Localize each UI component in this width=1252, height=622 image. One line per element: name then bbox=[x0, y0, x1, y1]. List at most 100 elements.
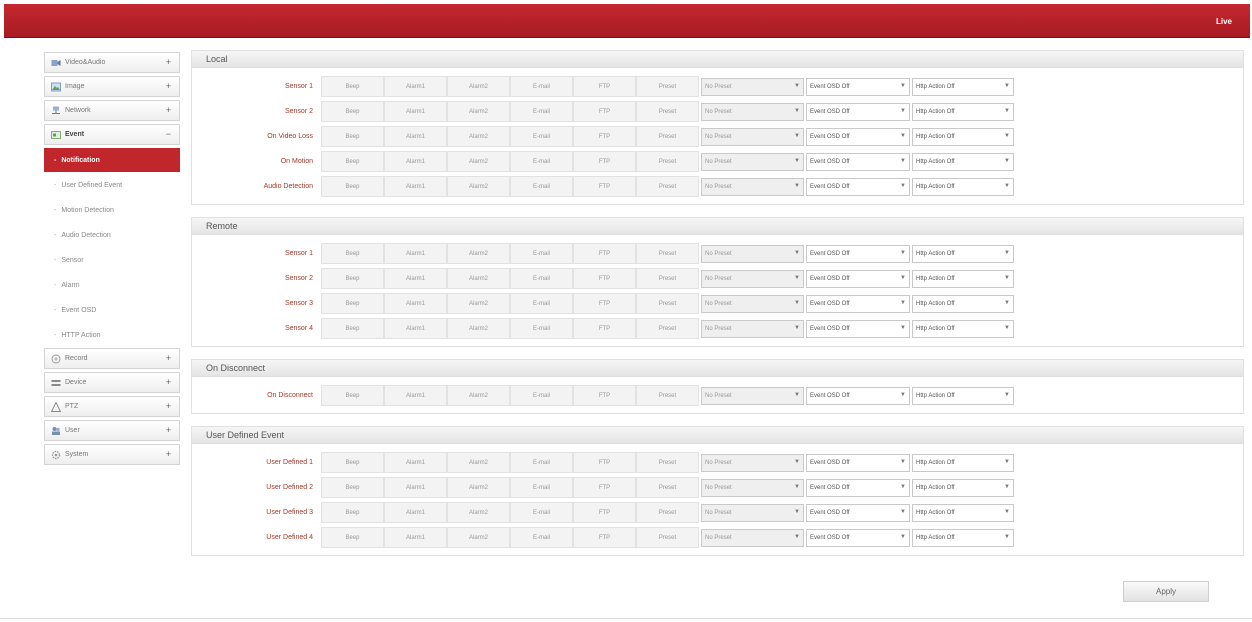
http-action-select[interactable]: Http Action Off ▼ bbox=[912, 528, 1014, 547]
e-mail-toggle[interactable]: E-mail bbox=[510, 126, 573, 147]
preset-toggle[interactable]: Preset bbox=[636, 452, 699, 473]
ftp-toggle[interactable]: FTP bbox=[573, 318, 636, 339]
menu-network[interactable]: Network + bbox=[44, 100, 180, 121]
menu-device[interactable]: Device + bbox=[44, 372, 180, 393]
submenu-event-osd[interactable]: - Event OSD bbox=[44, 298, 180, 323]
alarm2-toggle[interactable]: Alarm2 bbox=[447, 76, 510, 97]
e-mail-toggle[interactable]: E-mail bbox=[510, 101, 573, 122]
alarm1-toggle[interactable]: Alarm1 bbox=[384, 268, 447, 289]
menu-video-audio[interactable]: Video&Audio + bbox=[44, 52, 180, 73]
event-osd-select[interactable]: Event OSD Off ▼ bbox=[806, 294, 910, 313]
ftp-toggle[interactable]: FTP bbox=[573, 126, 636, 147]
menu-user[interactable]: User + bbox=[44, 420, 180, 441]
ftp-toggle[interactable]: FTP bbox=[573, 452, 636, 473]
http-action-select[interactable]: Http Action Off ▼ bbox=[912, 177, 1014, 196]
menu-event[interactable]: Event − bbox=[44, 124, 180, 145]
event-osd-select[interactable]: Event OSD Off ▼ bbox=[806, 478, 910, 497]
plus-icon[interactable]: + bbox=[166, 401, 171, 411]
preset-toggle[interactable]: Preset bbox=[636, 293, 699, 314]
beep-toggle[interactable]: Beep bbox=[321, 293, 384, 314]
event-osd-select[interactable]: Event OSD Off ▼ bbox=[806, 453, 910, 472]
event-osd-select[interactable]: Event OSD Off ▼ bbox=[806, 152, 910, 171]
alarm2-toggle[interactable]: Alarm2 bbox=[447, 176, 510, 197]
beep-toggle[interactable]: Beep bbox=[321, 452, 384, 473]
http-action-select[interactable]: Http Action Off ▼ bbox=[912, 319, 1014, 338]
preset-select[interactable]: No Preset ▼ bbox=[701, 386, 804, 405]
ftp-toggle[interactable]: FTP bbox=[573, 101, 636, 122]
ftp-toggle[interactable]: FTP bbox=[573, 268, 636, 289]
alarm2-toggle[interactable]: Alarm2 bbox=[447, 502, 510, 523]
beep-toggle[interactable]: Beep bbox=[321, 126, 384, 147]
event-osd-select[interactable]: Event OSD Off ▼ bbox=[806, 503, 910, 522]
beep-toggle[interactable]: Beep bbox=[321, 268, 384, 289]
preset-select[interactable]: No Preset ▼ bbox=[701, 503, 804, 522]
beep-toggle[interactable]: Beep bbox=[321, 477, 384, 498]
e-mail-toggle[interactable]: E-mail bbox=[510, 243, 573, 264]
submenu-motion-detection[interactable]: - Motion Detection bbox=[44, 198, 180, 223]
e-mail-toggle[interactable]: E-mail bbox=[510, 268, 573, 289]
alarm1-toggle[interactable]: Alarm1 bbox=[384, 176, 447, 197]
beep-toggle[interactable]: Beep bbox=[321, 151, 384, 172]
http-action-select[interactable]: Http Action Off ▼ bbox=[912, 386, 1014, 405]
ftp-toggle[interactable]: FTP bbox=[573, 477, 636, 498]
alarm1-toggle[interactable]: Alarm1 bbox=[384, 151, 447, 172]
e-mail-toggle[interactable]: E-mail bbox=[510, 176, 573, 197]
alarm2-toggle[interactable]: Alarm2 bbox=[447, 293, 510, 314]
beep-toggle[interactable]: Beep bbox=[321, 76, 384, 97]
ftp-toggle[interactable]: FTP bbox=[573, 502, 636, 523]
preset-toggle[interactable]: Preset bbox=[636, 126, 699, 147]
e-mail-toggle[interactable]: E-mail bbox=[510, 293, 573, 314]
plus-icon[interactable]: + bbox=[166, 353, 171, 363]
http-action-select[interactable]: Http Action Off ▼ bbox=[912, 478, 1014, 497]
alarm2-toggle[interactable]: Alarm2 bbox=[447, 101, 510, 122]
alarm1-toggle[interactable]: Alarm1 bbox=[384, 527, 447, 548]
http-action-select[interactable]: Http Action Off ▼ bbox=[912, 244, 1014, 263]
preset-toggle[interactable]: Preset bbox=[636, 243, 699, 264]
event-osd-select[interactable]: Event OSD Off ▼ bbox=[806, 386, 910, 405]
ftp-toggle[interactable]: FTP bbox=[573, 151, 636, 172]
submenu-notification[interactable]: - Notification bbox=[44, 148, 180, 172]
plus-icon[interactable]: + bbox=[166, 81, 171, 91]
preset-select[interactable]: No Preset ▼ bbox=[701, 77, 804, 96]
http-action-select[interactable]: Http Action Off ▼ bbox=[912, 77, 1014, 96]
ftp-toggle[interactable]: FTP bbox=[573, 527, 636, 548]
event-osd-select[interactable]: Event OSD Off ▼ bbox=[806, 528, 910, 547]
alarm2-toggle[interactable]: Alarm2 bbox=[447, 477, 510, 498]
alarm1-toggle[interactable]: Alarm1 bbox=[384, 293, 447, 314]
alarm1-toggle[interactable]: Alarm1 bbox=[384, 477, 447, 498]
preset-toggle[interactable]: Preset bbox=[636, 318, 699, 339]
event-osd-select[interactable]: Event OSD Off ▼ bbox=[806, 319, 910, 338]
alarm1-toggle[interactable]: Alarm1 bbox=[384, 101, 447, 122]
alarm1-toggle[interactable]: Alarm1 bbox=[384, 385, 447, 406]
ftp-toggle[interactable]: FTP bbox=[573, 243, 636, 264]
submenu-sensor[interactable]: - Sensor bbox=[44, 248, 180, 273]
http-action-select[interactable]: Http Action Off ▼ bbox=[912, 152, 1014, 171]
alarm2-toggle[interactable]: Alarm2 bbox=[447, 126, 510, 147]
alarm2-toggle[interactable]: Alarm2 bbox=[447, 268, 510, 289]
preset-select[interactable]: No Preset ▼ bbox=[701, 319, 804, 338]
ftp-toggle[interactable]: FTP bbox=[573, 385, 636, 406]
beep-toggle[interactable]: Beep bbox=[321, 101, 384, 122]
plus-icon[interactable]: + bbox=[166, 105, 171, 115]
minus-icon[interactable]: − bbox=[166, 129, 171, 139]
e-mail-toggle[interactable]: E-mail bbox=[510, 385, 573, 406]
alarm2-toggle[interactable]: Alarm2 bbox=[447, 452, 510, 473]
alarm1-toggle[interactable]: Alarm1 bbox=[384, 126, 447, 147]
alarm2-toggle[interactable]: Alarm2 bbox=[447, 151, 510, 172]
e-mail-toggle[interactable]: E-mail bbox=[510, 452, 573, 473]
preset-toggle[interactable]: Preset bbox=[636, 268, 699, 289]
event-osd-select[interactable]: Event OSD Off ▼ bbox=[806, 127, 910, 146]
preset-select[interactable]: No Preset ▼ bbox=[701, 528, 804, 547]
ftp-toggle[interactable]: FTP bbox=[573, 76, 636, 97]
e-mail-toggle[interactable]: E-mail bbox=[510, 318, 573, 339]
alarm1-toggle[interactable]: Alarm1 bbox=[384, 243, 447, 264]
beep-toggle[interactable]: Beep bbox=[321, 176, 384, 197]
preset-select[interactable]: No Preset ▼ bbox=[701, 244, 804, 263]
live-link[interactable]: Live bbox=[1216, 17, 1232, 26]
plus-icon[interactable]: + bbox=[166, 57, 171, 67]
preset-toggle[interactable]: Preset bbox=[636, 502, 699, 523]
menu-system[interactable]: System + bbox=[44, 444, 180, 465]
preset-select[interactable]: No Preset ▼ bbox=[701, 453, 804, 472]
http-action-select[interactable]: Http Action Off ▼ bbox=[912, 453, 1014, 472]
beep-toggle[interactable]: Beep bbox=[321, 502, 384, 523]
